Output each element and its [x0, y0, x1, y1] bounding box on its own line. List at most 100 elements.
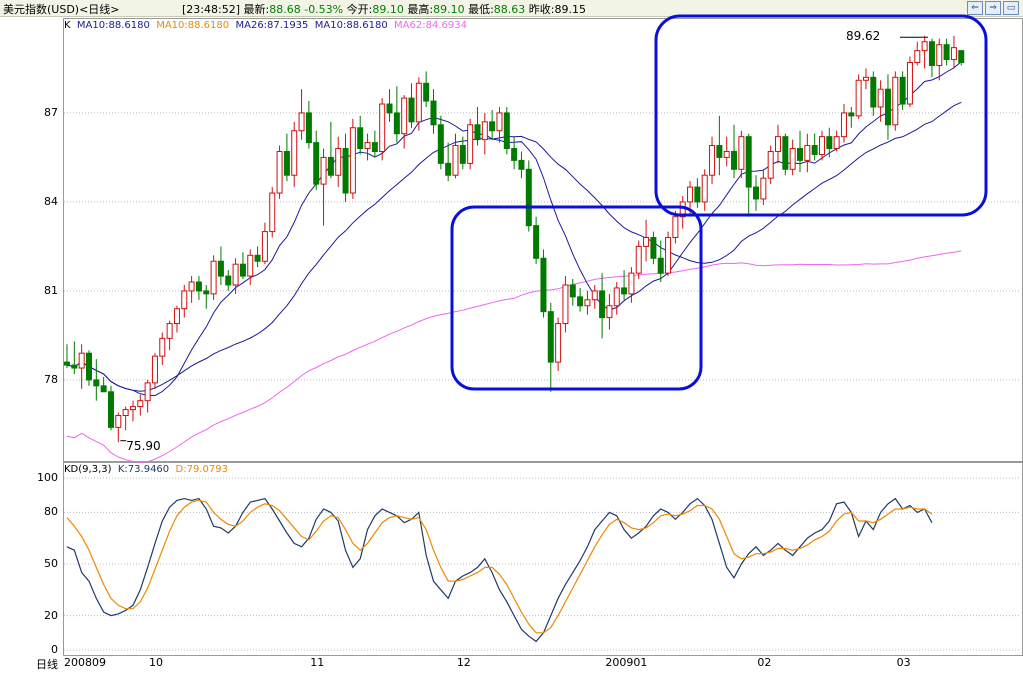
candle-up [628, 272, 635, 295]
candle-down [393, 112, 400, 135]
candle-up [401, 97, 408, 135]
candle-down [525, 168, 532, 227]
candle-down [107, 391, 114, 428]
candle-down [870, 76, 877, 108]
candle-up [613, 287, 620, 307]
candle-down [342, 148, 349, 194]
candle-up [606, 305, 613, 319]
candle-down [217, 260, 224, 277]
candle-up [129, 406, 136, 411]
candle-down [64, 361, 70, 366]
candle-up [415, 82, 422, 123]
candle-up [269, 192, 276, 233]
candle-down [518, 159, 525, 170]
candle-down [85, 352, 92, 381]
candle-up [591, 290, 598, 301]
candle-up [349, 127, 356, 194]
candle-up [818, 136, 825, 155]
candle-up [789, 148, 796, 170]
candle-down [100, 385, 107, 393]
highlight-box-dip [450, 205, 703, 391]
candle-down [71, 364, 78, 369]
candle-down [459, 145, 466, 164]
candle-up [166, 323, 173, 339]
candle-down [657, 257, 664, 274]
candle-down [577, 296, 584, 307]
candle-down [437, 124, 444, 164]
candle-up [144, 382, 151, 402]
candle-down [811, 145, 818, 155]
ma10-line [66, 61, 962, 397]
candle-up [936, 44, 943, 66]
candle-up [643, 237, 650, 247]
candle-up [840, 112, 847, 138]
candle-down [694, 186, 701, 203]
candle-up [709, 145, 716, 176]
candle-down [195, 281, 202, 292]
candle-up [467, 124, 474, 164]
candle-up [775, 136, 782, 152]
candle-up [452, 145, 459, 176]
candle-up [261, 231, 268, 262]
low-annotation: 75.90 [126, 438, 161, 453]
candle-up [723, 150, 730, 158]
candle-down [430, 100, 437, 126]
candle-up [173, 308, 180, 325]
candle-down [884, 88, 891, 126]
candle-up [862, 76, 869, 81]
candle-down [93, 379, 100, 387]
candle-up [555, 323, 562, 363]
candle-down [408, 97, 415, 123]
candle-down [716, 145, 723, 158]
candle-up [562, 284, 569, 325]
candle-down [327, 156, 334, 176]
candle-down [445, 162, 452, 176]
candle-up [804, 145, 811, 161]
candle-down [650, 237, 657, 259]
candle-up [159, 337, 166, 357]
candle-up [921, 41, 928, 52]
candle-up [906, 61, 913, 105]
candle-down [357, 127, 364, 150]
candle-up [833, 136, 840, 150]
candle-up [181, 290, 188, 310]
candle-up [855, 79, 862, 117]
candle-up [877, 88, 884, 108]
candle-up [335, 148, 342, 176]
candle-up [635, 245, 642, 274]
candle-down [928, 41, 935, 66]
chart-canvas [64, 14, 1020, 651]
candle-up [291, 130, 298, 176]
candle-down [899, 76, 906, 105]
candle-up [760, 177, 767, 200]
candle-up [151, 355, 158, 384]
candle-up [672, 216, 679, 239]
candle-up [320, 156, 327, 185]
candle-down [731, 150, 738, 170]
candle-up [738, 136, 745, 170]
candle-down [239, 263, 246, 277]
candle-down [745, 136, 752, 188]
candle-up [188, 281, 195, 292]
candle-down [305, 112, 312, 144]
candle-up [379, 103, 386, 152]
candle-down [503, 112, 510, 150]
candle-up [232, 263, 239, 286]
candle-down [313, 142, 320, 185]
candle-up [481, 121, 488, 141]
candle-up [701, 174, 708, 203]
candle-up [914, 50, 921, 63]
candle-down [943, 44, 950, 61]
candle-up [298, 112, 305, 132]
candle-down [511, 148, 518, 161]
candle-down [489, 121, 496, 132]
candle-down [782, 136, 789, 170]
kd-d-line [66, 499, 933, 634]
candle-down [254, 254, 261, 262]
candle-up [115, 415, 122, 428]
candle-down [621, 287, 628, 295]
candle-down [283, 150, 290, 176]
candle-up [210, 260, 217, 295]
candle-up [137, 400, 144, 408]
candle-down [540, 257, 547, 313]
